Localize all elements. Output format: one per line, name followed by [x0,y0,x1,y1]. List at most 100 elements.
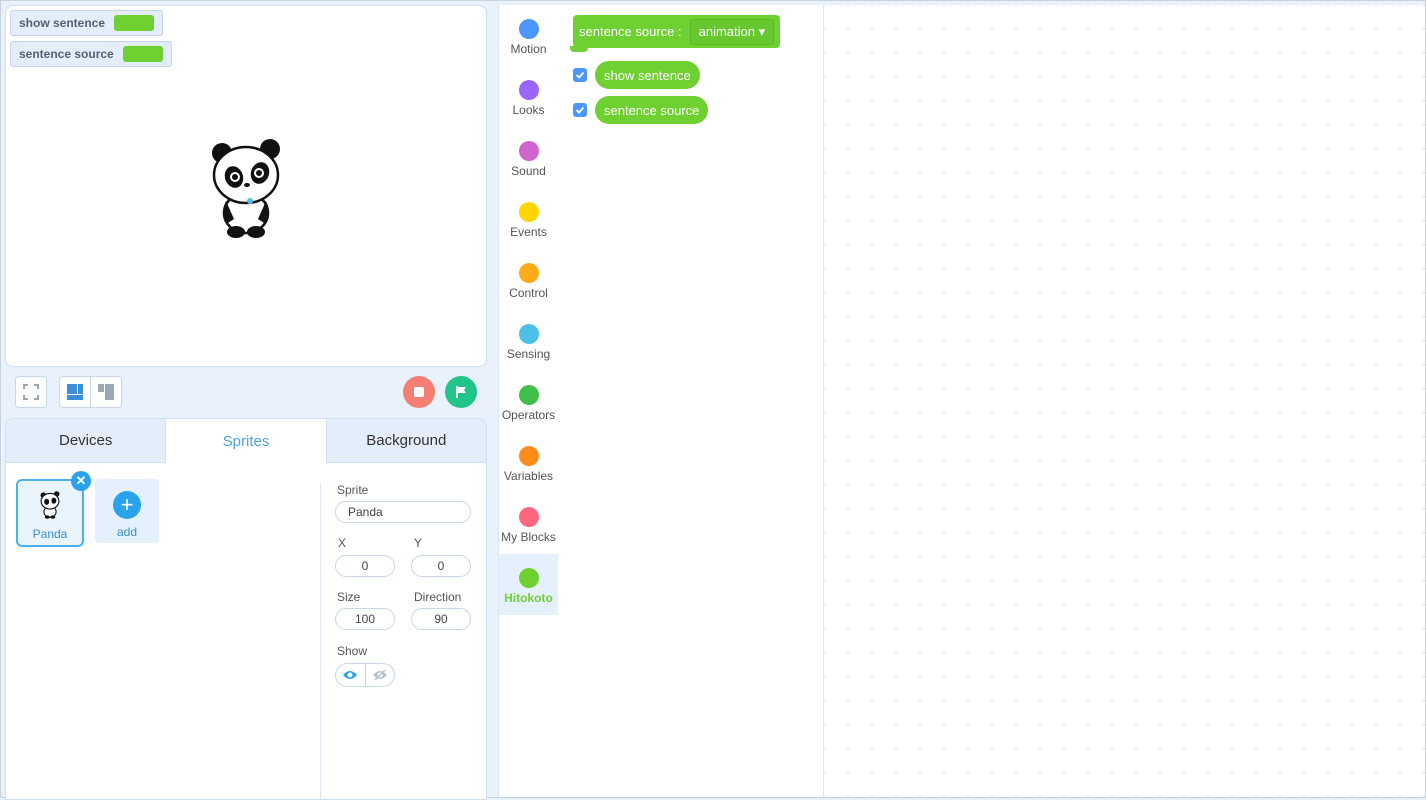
reporter-row-sentence-source: sentence source [573,96,709,124]
category-looks[interactable]: Looks [499,66,558,127]
tab-sprites[interactable]: Sprites [165,419,327,463]
direction-label: Direction [414,590,462,604]
block-label: sentence source : [579,24,682,39]
add-label: add [116,525,138,539]
block-notch [570,46,588,52]
x-input[interactable]: 0 [335,555,395,577]
eye-off-icon [372,669,387,681]
show-label: Show [337,644,368,658]
sprite-name-value: Panda [348,505,383,519]
large-stage-button[interactable] [59,376,91,408]
category-label: Looks [512,103,545,117]
category-label: Variables [503,469,554,483]
block-palette: sentence source : animation ▾ show sente… [558,5,824,797]
category-sound[interactable]: Sound [499,127,558,188]
sprite-name-input[interactable]: Panda [335,501,471,523]
category-dot [518,324,539,344]
size-label: Size [337,590,361,604]
sentence-source-dropdown[interactable]: animation ▾ [689,18,775,45]
sprite-card-panda[interactable]: Panda ✕ [16,471,91,547]
stop-button[interactable] [403,376,435,408]
category-dot [518,80,539,100]
category-dot [518,507,539,527]
sentence-source-hat-block[interactable]: sentence source : animation ▾ [573,15,781,48]
category-operators[interactable]: Operators [499,371,558,432]
delete-sprite-button[interactable]: ✕ [71,471,91,491]
category-dot [518,568,539,588]
category-label: Sensing [506,347,551,361]
small-stage-button[interactable] [90,376,122,408]
sentence-source-reporter-block[interactable]: sentence source [595,96,709,124]
fullscreen-icon [23,384,39,400]
panda-sprite[interactable] [206,131,286,239]
show-sentence-reporter-block[interactable]: show sentence [595,61,700,89]
tab-devices[interactable]: Devices [6,419,166,463]
go-button[interactable] [445,376,477,408]
category-dot [518,141,539,161]
category-label: Operators [501,408,556,422]
visibility-toggle [335,663,395,687]
monitor-label: sentence source [19,47,114,61]
category-dot [518,263,539,283]
category-label: Sound [511,164,546,178]
sprite-panel: Devices Sprites Background Panda ✕ + add [5,418,487,800]
direction-input[interactable]: 90 [411,608,471,630]
plus-icon: + [113,491,141,519]
category-sensing[interactable]: Sensing [499,310,558,371]
monitor-label: show sentence [19,16,106,30]
check-icon [575,106,585,114]
category-dot [518,19,539,39]
close-icon: ✕ [75,473,87,488]
category-menu: Motion Looks Sound Events Control Sensin… [498,5,559,797]
category-variables[interactable]: Variables [499,432,558,493]
category-label: Hitokoto [504,591,553,605]
direction-value: 90 [434,612,448,626]
y-label: Y [414,536,423,550]
monitor-checkbox[interactable] [573,68,587,82]
green-flag-icon [456,386,466,398]
category-dot [518,446,539,466]
size-input[interactable]: 100 [335,608,395,630]
sprite-name-label: Panda [32,527,68,541]
app-window: show sentence sentence source Devices Sp… [0,0,1426,800]
monitor-value [122,46,163,62]
dropdown-value: animation ▾ [698,23,766,39]
stage[interactable]: show sentence sentence source [5,5,487,367]
category-events[interactable]: Events [499,188,558,249]
large-stage-icon [67,384,83,400]
fullscreen-button[interactable] [15,376,47,408]
monitor-show-sentence[interactable]: show sentence [10,10,164,36]
category-dot [518,385,539,405]
category-dot [518,202,539,222]
y-value: 0 [437,559,445,573]
monitor-checkbox[interactable] [573,103,587,117]
tab-background[interactable]: Background [326,419,486,463]
reporter-row-show-sentence: show sentence [573,61,700,89]
category-label: Control [509,286,548,300]
panel-divider [320,483,321,799]
size-value: 100 [354,612,376,626]
add-sprite-button[interactable]: + add [95,479,159,543]
y-input[interactable]: 0 [411,555,471,577]
monitor-sentence-source[interactable]: sentence source [10,41,172,67]
eye-icon [343,671,358,679]
check-icon [575,71,585,79]
x-value: 0 [361,559,369,573]
monitor-value [114,15,155,31]
script-workspace[interactable] [824,5,1425,797]
sprite-field-label: Sprite [337,483,369,497]
category-motion[interactable]: Motion [499,5,558,66]
stop-icon [414,387,424,397]
x-label: X [338,536,347,550]
panel-tabs: Devices Sprites Background [6,419,486,463]
category-label: Events [510,225,547,239]
hide-button[interactable] [366,664,395,686]
category-hitokoto[interactable]: Hitokoto [499,554,558,615]
category-label: My Blocks [501,530,556,544]
category-my-blocks[interactable]: My Blocks [499,493,558,554]
category-control[interactable]: Control [499,249,558,310]
show-button[interactable] [336,664,366,686]
small-stage-icon [98,384,114,400]
category-label: Motion [510,42,547,56]
panda-icon [40,491,60,519]
